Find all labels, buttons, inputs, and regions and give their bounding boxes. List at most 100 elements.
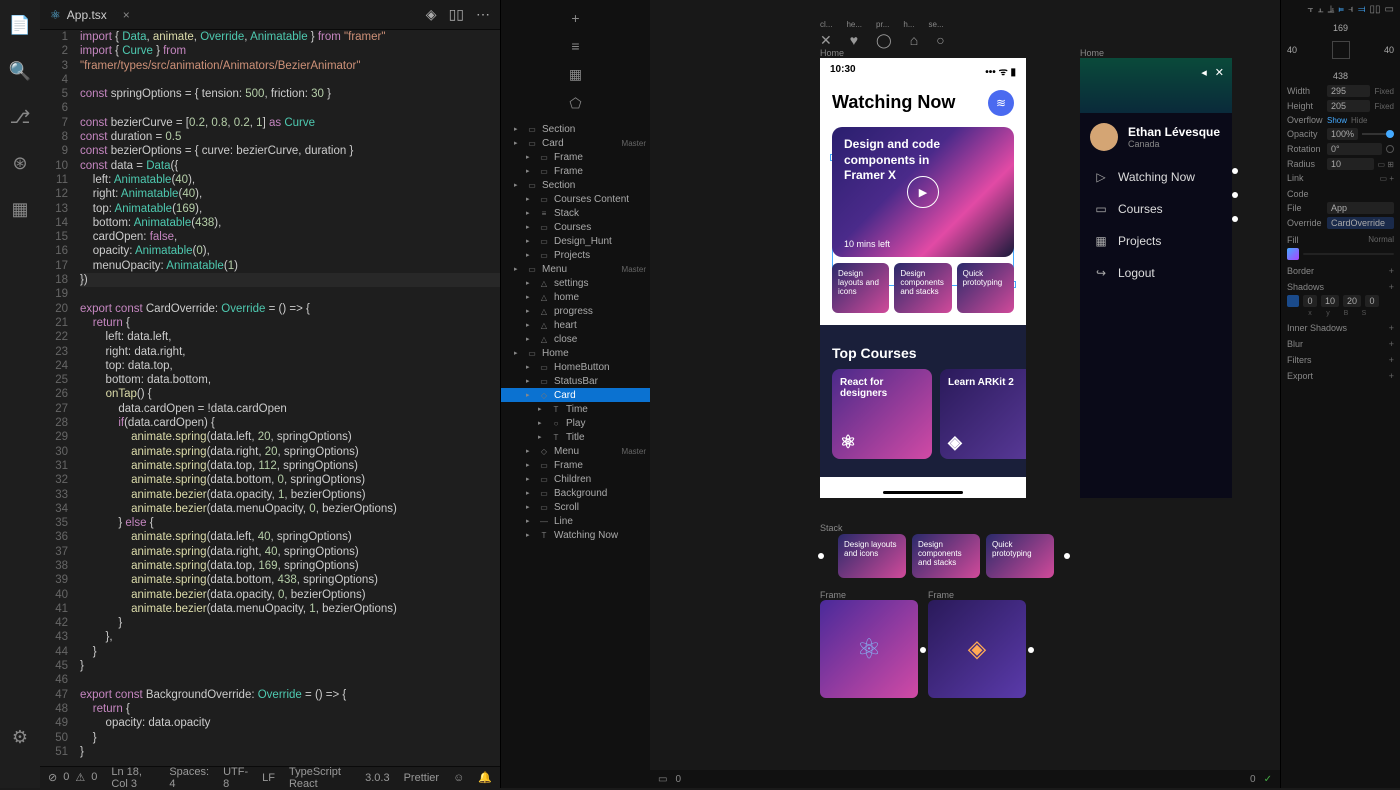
- layer-card[interactable]: ▸▭CardMaster: [501, 136, 650, 150]
- layer-menu[interactable]: ▸▭MenuMaster: [501, 262, 650, 276]
- language[interactable]: TypeScript React: [289, 766, 351, 790]
- artboard-home[interactable]: 10:30 ••• ᯤ ▮ Watching Now ≋ Design and …: [820, 58, 1026, 498]
- layer-section[interactable]: ▸▭Section: [501, 178, 650, 192]
- file-select[interactable]: App: [1327, 202, 1394, 214]
- height-input[interactable]: 205: [1327, 100, 1370, 112]
- menu-icon[interactable]: ≡: [571, 38, 579, 54]
- radius-input[interactable]: 10: [1327, 158, 1374, 170]
- shadow-swatch[interactable]: [1287, 295, 1299, 307]
- layer-play[interactable]: ▸○Play: [501, 416, 650, 430]
- link-add[interactable]: ▭ +: [1380, 174, 1394, 183]
- more-icon[interactable]: ⋯: [476, 6, 490, 23]
- layer-settings[interactable]: ▸△settings: [501, 276, 650, 290]
- video-card[interactable]: Design and code components in Framer X ▶…: [832, 127, 1014, 257]
- layer-home[interactable]: ▸▭Home: [501, 346, 650, 360]
- frame-react[interactable]: ⚛: [820, 600, 918, 698]
- layer-courses[interactable]: ▸▭Courses: [501, 220, 650, 234]
- layer-time[interactable]: ▸TTime: [501, 402, 650, 416]
- back-icon[interactable]: ◂: [1201, 66, 1207, 79]
- layer-menu[interactable]: ▸◇MenuMaster: [501, 444, 650, 458]
- mini-card[interactable]: Design components and stacks: [894, 263, 951, 313]
- layer-stack[interactable]: ▸≡Stack: [501, 206, 650, 220]
- align-middle-icon[interactable]: ⫣: [1348, 4, 1354, 15]
- progress-icon[interactable]: ◯: [876, 32, 892, 49]
- mini-card[interactable]: Quick prototyping: [957, 263, 1014, 313]
- layer-frame[interactable]: ▸▭Frame: [501, 164, 650, 178]
- layer-courses-content[interactable]: ▸▭Courses Content: [501, 192, 650, 206]
- layer-line[interactable]: ▸—Line: [501, 514, 650, 528]
- git-icon[interactable]: ⎇: [10, 107, 31, 128]
- canvas[interactable]: cl...he...pr...h...se... ✕ ♥ ◯ ⌂ ○ Home …: [650, 0, 1280, 788]
- close-icon[interactable]: ✕: [820, 32, 832, 49]
- home-icon[interactable]: ⌂: [910, 32, 918, 49]
- menu-logout[interactable]: ↪Logout: [1080, 257, 1232, 289]
- heart-icon[interactable]: ♥: [850, 32, 858, 49]
- encoding[interactable]: UTF-8: [223, 766, 248, 790]
- problems[interactable]: ⊘ 0 ⚠ 0: [48, 771, 97, 784]
- align-right-icon[interactable]: ⫡: [1328, 4, 1335, 15]
- fill-swatch[interactable]: [1287, 248, 1299, 260]
- width-input[interactable]: 295: [1327, 85, 1370, 97]
- mini-card[interactable]: Design layouts and icons: [832, 263, 889, 313]
- course-card-react[interactable]: React for designers⚛: [832, 369, 932, 459]
- overflow-show[interactable]: Show: [1327, 116, 1347, 125]
- menu-watching[interactable]: ▷Watching Now: [1080, 161, 1232, 193]
- frame-arkit[interactable]: ◈: [928, 600, 1026, 698]
- layer-section[interactable]: ▸▭Section: [501, 122, 650, 136]
- debug-icon[interactable]: ⊛: [12, 153, 27, 174]
- add-icon[interactable]: +: [571, 10, 579, 26]
- close-icon[interactable]: ×: [123, 8, 130, 22]
- layer-watching-now[interactable]: ▸TWatching Now: [501, 528, 650, 542]
- split-icon[interactable]: ▯▯: [449, 6, 464, 23]
- bottom-input[interactable]: 438: [1333, 71, 1348, 81]
- layer-close[interactable]: ▸△close: [501, 332, 650, 346]
- top-input[interactable]: 169: [1333, 23, 1348, 33]
- layer-card[interactable]: ▸◇Card: [501, 388, 650, 402]
- rotation-input[interactable]: 0°: [1327, 143, 1382, 155]
- code-area[interactable]: 1234567891011121314151617181920212223242…: [40, 30, 500, 766]
- ts-version[interactable]: 3.0.3: [365, 772, 389, 784]
- align-left-icon[interactable]: ⫟: [1307, 4, 1313, 15]
- left-input[interactable]: 40: [1287, 45, 1297, 55]
- package-icon[interactable]: ⬠: [569, 95, 581, 112]
- distribute-h-icon[interactable]: ▯▯: [1370, 4, 1381, 15]
- menu-projects[interactable]: ▦Projects: [1080, 225, 1232, 257]
- logo-badge[interactable]: ≋: [988, 90, 1014, 116]
- close-icon[interactable]: ✕: [1215, 66, 1224, 79]
- layer-heart[interactable]: ▸△heart: [501, 318, 650, 332]
- file-icon[interactable]: 📄: [9, 15, 31, 36]
- cursor-pos[interactable]: Ln 18, Col 3: [111, 766, 155, 790]
- settings-icon[interactable]: ○: [936, 32, 944, 49]
- align-top-icon[interactable]: ⫢: [1338, 4, 1344, 15]
- menu-overlay[interactable]: ◂✕ Ethan Lévesque Canada ▷Watching Now ▭…: [1080, 58, 1232, 498]
- bell-icon[interactable]: 🔔: [478, 771, 492, 784]
- stack-cards[interactable]: Design layouts and icons Design componen…: [838, 534, 1054, 578]
- play-icon[interactable]: ▶: [907, 176, 939, 208]
- layer-homebutton[interactable]: ▸▭HomeButton: [501, 360, 650, 374]
- search-icon[interactable]: 🔍: [9, 61, 31, 82]
- diff-icon[interactable]: ◈: [426, 6, 437, 23]
- eol[interactable]: LF: [262, 772, 275, 784]
- layer-children[interactable]: ▸▭Children: [501, 472, 650, 486]
- gear-icon[interactable]: ⚙: [12, 727, 28, 748]
- layer-home[interactable]: ▸△home: [501, 290, 650, 304]
- opacity-slider[interactable]: [1362, 133, 1394, 135]
- course-card-arkit[interactable]: Learn ARKit 2◈: [940, 369, 1026, 459]
- align-center-icon[interactable]: ⫠: [1318, 4, 1324, 15]
- layer-design_hunt[interactable]: ▸▭Design_Hunt: [501, 234, 650, 248]
- spaces[interactable]: Spaces: 4: [169, 766, 209, 790]
- extensions-icon[interactable]: ▦: [11, 199, 28, 220]
- layer-projects[interactable]: ▸▭Projects: [501, 248, 650, 262]
- layer-frame[interactable]: ▸▭Frame: [501, 458, 650, 472]
- avatar[interactable]: [1090, 123, 1118, 151]
- distribute-v-icon[interactable]: ▭: [1385, 4, 1394, 15]
- override-select[interactable]: CardOverride: [1327, 217, 1394, 229]
- tab-app[interactable]: ⚛ App.tsx ×: [40, 0, 140, 29]
- components-icon[interactable]: ▦: [569, 66, 582, 83]
- opacity-input[interactable]: 100%: [1327, 128, 1358, 140]
- layer-scroll[interactable]: ▸▭Scroll: [501, 500, 650, 514]
- right-input[interactable]: 40: [1384, 45, 1394, 55]
- layer-title[interactable]: ▸TTitle: [501, 430, 650, 444]
- align-bottom-icon[interactable]: ⫤: [1358, 4, 1366, 15]
- menu-courses[interactable]: ▭Courses: [1080, 193, 1232, 225]
